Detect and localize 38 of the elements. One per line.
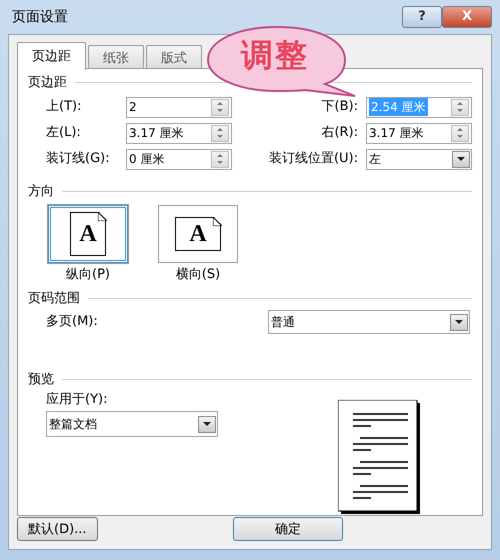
callout-text: 调整 bbox=[241, 38, 309, 74]
field-label: 右(R): bbox=[320, 124, 359, 142]
spinner-icon[interactable] bbox=[211, 98, 229, 116]
field-label: 上(T): bbox=[46, 98, 82, 116]
page-icon: A bbox=[175, 217, 221, 251]
tab[interactable]: 纸张 bbox=[88, 45, 144, 69]
spinner-icon[interactable] bbox=[451, 124, 469, 142]
spinner-icon[interactable] bbox=[211, 150, 229, 168]
field-label: 装订线(G): bbox=[46, 150, 111, 168]
dropdown-field[interactable]: 左 bbox=[366, 148, 472, 170]
dropdown-field[interactable]: 整篇文档 bbox=[46, 411, 218, 437]
ok-button[interactable]: 确定 bbox=[233, 517, 343, 542]
option-label: 横向(S) bbox=[176, 266, 220, 284]
tab[interactable]: 页边距 bbox=[17, 42, 86, 70]
spinner-icon[interactable] bbox=[451, 98, 469, 116]
field-label: 多页(M): bbox=[46, 313, 98, 332]
orientation-option[interactable]: A bbox=[158, 205, 238, 263]
window-title: 页面设置 bbox=[11, 8, 68, 26]
page-icon: A bbox=[70, 212, 106, 256]
orientation-option[interactable]: A bbox=[48, 205, 128, 263]
field-label: 应用于(Y): bbox=[46, 390, 108, 408]
spin-field[interactable]: 3.17 厘米 bbox=[126, 122, 232, 144]
field-label: 左(L): bbox=[46, 124, 82, 142]
section-heading: 预览 bbox=[28, 371, 54, 389]
tab[interactable]: 版式 bbox=[146, 45, 202, 69]
help-button[interactable]: ? bbox=[402, 6, 442, 28]
spin-field[interactable]: 0 厘米 bbox=[126, 148, 232, 170]
field-label: 装订线位置(U): bbox=[268, 150, 359, 168]
option-label: 纵向(P) bbox=[66, 266, 110, 284]
field-label: 下(B): bbox=[320, 98, 359, 116]
section-heading: 方向 bbox=[28, 182, 54, 200]
section-heading: 页边距 bbox=[28, 74, 67, 92]
spin-field[interactable]: 2 bbox=[126, 96, 232, 118]
default-button[interactable]: 默认(D)... bbox=[17, 517, 98, 542]
dropdown-field[interactable]: 普通 bbox=[268, 310, 470, 334]
section-heading: 页码范围 bbox=[28, 290, 80, 308]
spinner-icon[interactable] bbox=[211, 124, 229, 142]
spin-field[interactable]: 3.17 厘米 bbox=[366, 122, 472, 144]
